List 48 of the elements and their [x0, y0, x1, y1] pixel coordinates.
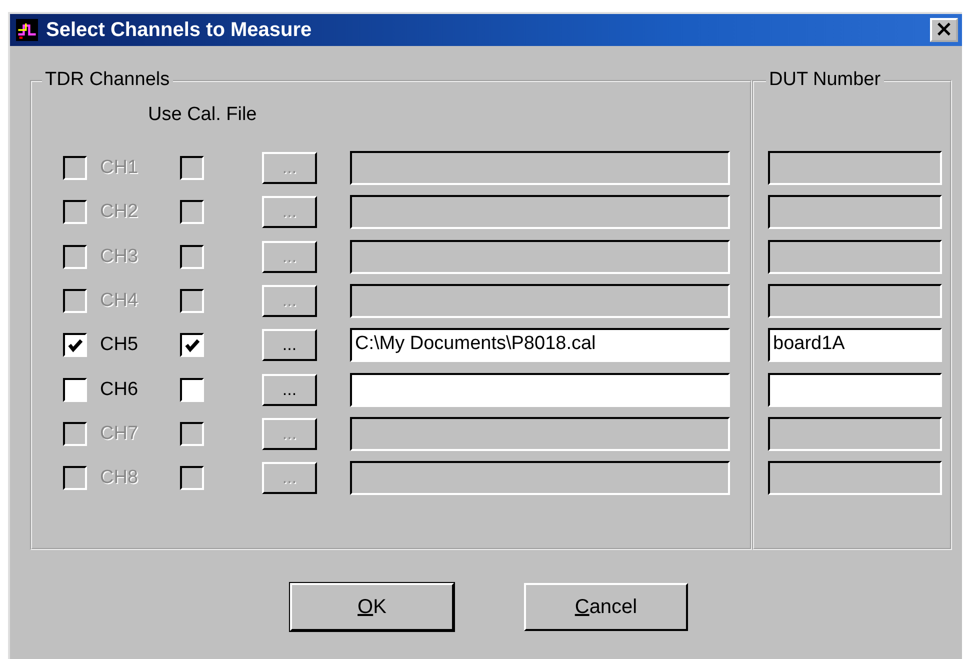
input-field[interactable] — [768, 372, 942, 407]
checkbox[interactable] — [63, 156, 87, 180]
checkbox[interactable] — [63, 378, 87, 402]
window-title: Select Channels to Measure — [46, 18, 313, 42]
channel-label: CH3 — [100, 246, 140, 268]
browse-button[interactable]: ... — [262, 329, 317, 362]
checkbox[interactable] — [180, 378, 204, 402]
input-field[interactable] — [768, 284, 942, 318]
checkbox[interactable] — [63, 200, 87, 224]
input-field[interactable] — [350, 461, 730, 496]
channel-label: CH1 — [100, 157, 140, 180]
input-field[interactable]: board1A — [768, 328, 942, 362]
checkbox[interactable] — [63, 289, 87, 314]
close-button[interactable]: × — [930, 18, 958, 42]
input-field[interactable] — [350, 195, 730, 230]
input-field[interactable] — [768, 195, 942, 230]
checkbox[interactable] — [63, 422, 87, 446]
checkbox[interactable] — [180, 156, 204, 180]
checkbox[interactable] — [180, 244, 204, 269]
channel-label: CH6 — [100, 378, 140, 401]
input-field[interactable] — [768, 240, 942, 274]
column-header: Use Cal. File — [147, 103, 258, 127]
channel-label: CH8 — [100, 467, 140, 490]
checkbox[interactable] — [63, 333, 87, 358]
input-field[interactable] — [768, 151, 942, 186]
dialog-button[interactable]: OK — [290, 583, 454, 631]
input-field[interactable] — [350, 416, 730, 451]
checkbox[interactable] — [63, 466, 87, 490]
checkbox[interactable] — [180, 333, 204, 358]
channel-label: CH4 — [100, 290, 140, 312]
checkbox[interactable] — [180, 289, 204, 314]
input-field[interactable] — [350, 151, 730, 186]
channel-label: CH5 — [100, 334, 140, 356]
checkbox[interactable] — [180, 200, 204, 224]
channel-label: CH7 — [100, 422, 140, 445]
input-field[interactable] — [350, 240, 730, 274]
app-icon — [16, 19, 38, 41]
dialog-button[interactable]: Cancel — [524, 583, 688, 631]
input-field[interactable] — [768, 461, 942, 496]
browse-button[interactable]: ... — [262, 374, 317, 406]
input-field[interactable]: C:\My Documents\P8018.cal — [350, 328, 730, 362]
checkbox[interactable] — [180, 422, 204, 446]
channel-label: CH2 — [100, 201, 140, 224]
input-field[interactable] — [350, 372, 730, 407]
checkbox[interactable] — [180, 466, 204, 490]
input-field[interactable] — [768, 416, 942, 451]
input-field[interactable] — [350, 284, 730, 318]
checkbox[interactable] — [63, 244, 87, 269]
